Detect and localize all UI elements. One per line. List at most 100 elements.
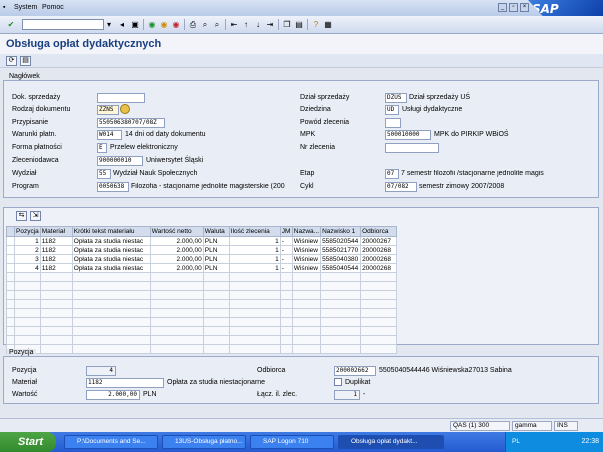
table-cell[interactable]: 2 xyxy=(14,245,41,255)
col-recipient[interactable]: Odbiorca xyxy=(360,226,398,237)
empty-cell[interactable] xyxy=(279,344,293,354)
table-cell[interactable]: - xyxy=(279,236,293,246)
table-cell[interactable]: Opłata za studia niestac xyxy=(71,263,151,273)
table-cell[interactable]: 1 xyxy=(228,245,281,255)
empty-cell[interactable] xyxy=(291,308,322,318)
empty-cell[interactable] xyxy=(6,281,15,291)
cycle-field[interactable]: 07/082 xyxy=(385,182,417,192)
empty-cell[interactable] xyxy=(228,299,281,309)
empty-cell[interactable] xyxy=(39,317,73,327)
restore-icon[interactable]: ▫ xyxy=(509,3,518,12)
empty-cell[interactable] xyxy=(279,317,293,327)
empty-cell[interactable] xyxy=(228,281,281,291)
empty-cell[interactable] xyxy=(279,281,293,291)
sap-menu-icon[interactable]: ▪ xyxy=(3,4,5,11)
empty-cell[interactable] xyxy=(360,290,398,300)
empty-cell[interactable] xyxy=(71,299,151,309)
empty-cell[interactable] xyxy=(291,335,322,345)
empty-cell[interactable] xyxy=(39,272,73,282)
empty-cell[interactable] xyxy=(360,308,398,318)
empty-cell[interactable] xyxy=(39,299,73,309)
col-name[interactable]: Nazwa... xyxy=(291,226,322,237)
empty-row[interactable] xyxy=(6,317,398,327)
empty-cell[interactable] xyxy=(279,326,293,336)
layout-menu-icon[interactable]: ▦ xyxy=(323,19,333,30)
empty-cell[interactable] xyxy=(14,308,41,318)
language-indicator[interactable]: PL xyxy=(512,438,520,445)
empty-cell[interactable] xyxy=(320,335,362,345)
table-cell[interactable]: Opłata za studia niestac xyxy=(71,236,151,246)
table-cell[interactable]: 3 xyxy=(14,254,41,264)
empty-cell[interactable] xyxy=(149,281,204,291)
prev-page-icon[interactable]: ↑ xyxy=(241,19,251,30)
doc-type-field[interactable]: ZZNS xyxy=(97,105,119,115)
table-cell[interactable]: PLN xyxy=(202,263,230,273)
empty-row[interactable] xyxy=(6,272,398,282)
empty-cell[interactable] xyxy=(291,299,322,309)
payment-terms-field[interactable]: W014 xyxy=(97,130,122,140)
empty-cell[interactable] xyxy=(14,290,41,300)
empty-cell[interactable] xyxy=(291,290,322,300)
cancel-icon[interactable]: ◉ xyxy=(171,19,181,30)
empty-cell[interactable] xyxy=(14,317,41,327)
empty-cell[interactable] xyxy=(291,317,322,327)
empty-cell[interactable] xyxy=(320,290,362,300)
empty-cell[interactable] xyxy=(6,308,15,318)
empty-cell[interactable] xyxy=(14,281,41,291)
empty-cell[interactable] xyxy=(228,344,281,354)
empty-cell[interactable] xyxy=(149,272,204,282)
table-cell[interactable]: 2.000,00 xyxy=(149,263,204,273)
table-cell[interactable]: Wiśniew xyxy=(291,263,322,273)
table-row[interactable]: 2 1182 Opłata za studia niestac 2.000,00 PLN… xyxy=(6,245,398,255)
table-cell[interactable]: 5585040380 xyxy=(320,254,362,264)
empty-cell[interactable] xyxy=(149,290,204,300)
document-icon[interactable]: ▤ xyxy=(20,56,31,66)
table-cell[interactable]: 20000267 xyxy=(360,236,398,246)
faculty-field[interactable]: 55 xyxy=(97,169,111,179)
empty-cell[interactable] xyxy=(291,272,322,282)
table-cell[interactable]: 1 xyxy=(14,236,41,246)
empty-cell[interactable] xyxy=(360,326,398,336)
table-cell[interactable]: 20000268 xyxy=(360,263,398,273)
empty-cell[interactable] xyxy=(71,290,151,300)
empty-cell[interactable] xyxy=(202,326,230,336)
empty-cell[interactable] xyxy=(71,335,151,345)
table-cell[interactable]: PLN xyxy=(202,236,230,246)
sales-doc-field[interactable] xyxy=(97,93,145,103)
total-quantity-field[interactable]: 1 xyxy=(334,390,360,400)
table-cell[interactable]: Wiśniew xyxy=(291,245,322,255)
material-field[interactable]: 1182 xyxy=(86,378,164,388)
empty-cell[interactable] xyxy=(202,290,230,300)
empty-cell[interactable] xyxy=(360,299,398,309)
table-cell[interactable]: 1182 xyxy=(39,245,73,255)
table-cell[interactable]: 5585040544 xyxy=(320,263,362,273)
table-cell[interactable]: 20000268 xyxy=(360,254,398,264)
empty-cell[interactable] xyxy=(228,326,281,336)
empty-cell[interactable] xyxy=(149,335,204,345)
table-cell[interactable]: Wiśniew xyxy=(291,236,322,246)
empty-cell[interactable] xyxy=(202,335,230,345)
empty-row[interactable] xyxy=(6,281,398,291)
empty-cell[interactable] xyxy=(39,290,73,300)
empty-cell[interactable] xyxy=(360,317,398,327)
command-field[interactable] xyxy=(22,19,104,30)
empty-cell[interactable] xyxy=(6,299,15,309)
empty-cell[interactable] xyxy=(202,308,230,318)
table-cell[interactable]: 2.000,00 xyxy=(149,254,204,264)
empty-cell[interactable] xyxy=(320,281,362,291)
table-cell[interactable]: 1 xyxy=(228,236,281,246)
col-surname[interactable]: Nazwisko 1 xyxy=(320,226,362,237)
table-cell[interactable]: 1182 xyxy=(39,263,73,273)
empty-cell[interactable] xyxy=(39,335,73,345)
table-cell[interactable]: Opłata za studia niestac xyxy=(71,254,151,264)
save-icon[interactable]: ▣ xyxy=(130,19,140,30)
table-cell[interactable]: 2.000,00 xyxy=(149,236,204,246)
table-cell[interactable]: 1182 xyxy=(39,236,73,246)
menu-help[interactable]: Pomoc xyxy=(42,4,64,11)
task-sap-logon[interactable]: SAP Logon 710 xyxy=(250,435,334,449)
empty-cell[interactable] xyxy=(228,308,281,318)
table-cell[interactable]: - xyxy=(279,254,293,264)
position-field[interactable]: 4 xyxy=(86,366,116,376)
empty-cell[interactable] xyxy=(202,317,230,327)
find-next-icon[interactable]: ⌕ xyxy=(212,19,222,30)
